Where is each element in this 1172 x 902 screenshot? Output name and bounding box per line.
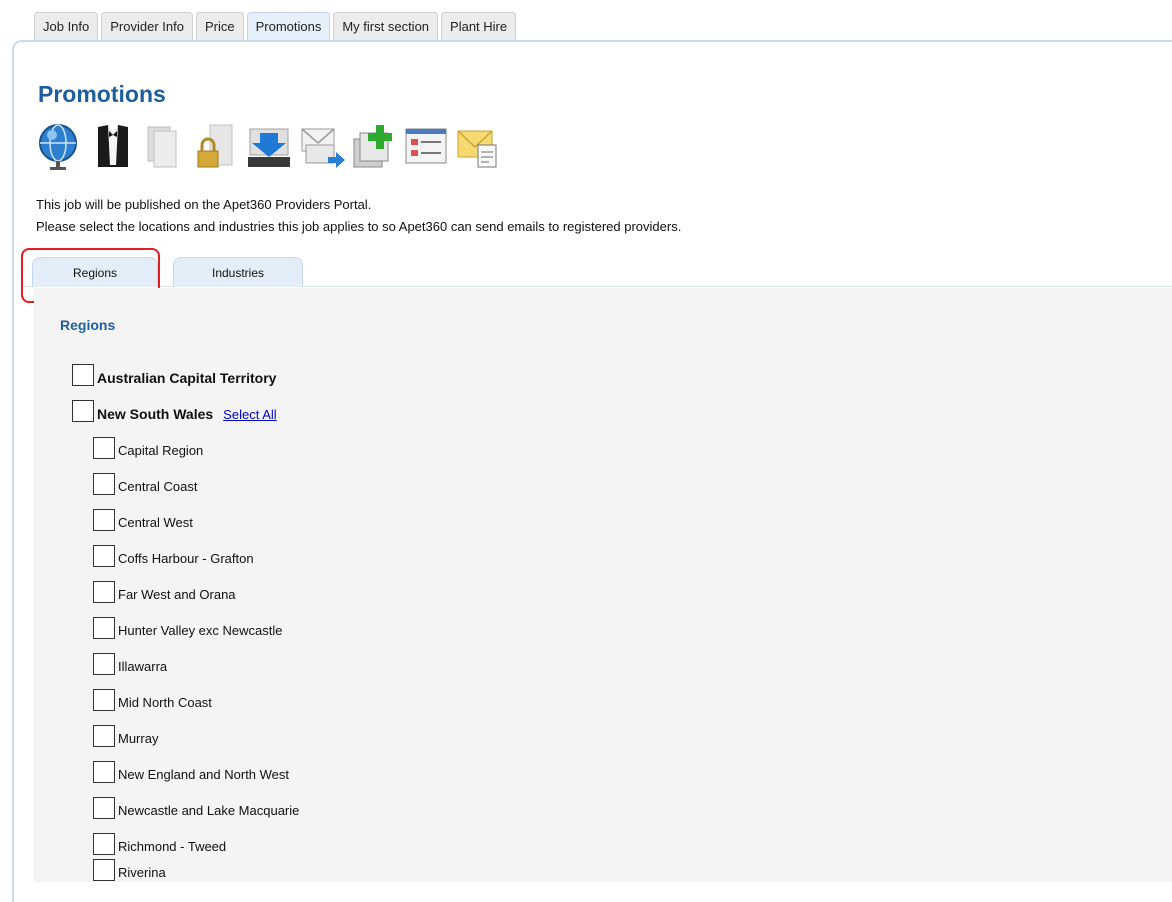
tab-promotions[interactable]: Promotions [246,12,331,40]
checkbox-act[interactable] [72,364,94,386]
tab-industries[interactable]: Industries [173,257,303,287]
list-item: Hunter Valley exc Newcastle [93,617,283,639]
checkbox[interactable] [93,761,115,783]
regions-heading: Regions [60,317,116,333]
list-item: Central Coast [93,473,197,495]
tuxedo-icon[interactable] [88,121,138,173]
tab-provider-info[interactable]: Provider Info [101,12,193,40]
page-title: Promotions [38,81,166,107]
list-item: Murray [93,725,158,747]
checkbox[interactable] [93,859,115,881]
globe-icon[interactable] [36,121,86,173]
checkbox[interactable] [93,509,115,531]
checkbox[interactable] [93,581,115,603]
list-item: Riverina [93,859,166,881]
region-label: Riverina [118,865,166,880]
region-label: Central West [118,515,193,530]
region-row-act: Australian Capital Territory [72,364,276,386]
documents-icon[interactable] [140,121,190,173]
region-label: Murray [118,731,159,746]
region-label: New South Wales [97,406,214,422]
region-label: Central Coast [118,479,198,494]
list-item: Far West and Orana [93,581,236,603]
checkbox[interactable] [93,437,115,459]
checkbox[interactable] [93,689,115,711]
checkbox[interactable] [93,473,115,495]
region-row-nsw: New South Wales Select All [72,400,277,422]
checkbox[interactable] [93,545,115,567]
tab-job-info[interactable]: Job Info [34,12,99,40]
region-label: Australian Capital Territory [97,370,277,386]
region-label: Illawarra [118,659,168,674]
region-label: Coffs Harbour - Grafton [118,551,254,566]
region-label: Far West and Orana [118,587,236,602]
tab-price[interactable]: Price [195,12,244,40]
lock-document-icon[interactable] [190,121,240,173]
region-label: New England and North West [118,767,290,782]
list-item: Illawarra [93,653,167,675]
envelope-document-icon[interactable] [454,121,504,173]
checkbox[interactable] [93,797,115,819]
list-item: Central West [93,509,193,531]
region-label: Richmond - Tweed [118,839,227,854]
checkbox-nsw[interactable] [72,400,94,422]
form-list-icon[interactable] [402,121,452,173]
select-info-text: Please select the locations and industri… [36,219,682,234]
top-tab-bar: Job Info Provider Info Price Promotions … [34,12,517,40]
download-icon[interactable] [244,121,294,173]
checkbox[interactable] [93,833,115,855]
list-item: Richmond - Tweed [93,833,226,855]
list-item: Capital Region [93,437,203,459]
region-label: Hunter Valley exc Newcastle [118,623,283,638]
checkbox[interactable] [93,725,115,747]
list-item: Newcastle and Lake Macquarie [93,797,299,819]
list-item: Coffs Harbour - Grafton [93,545,254,567]
list-item: Mid North Coast [93,689,212,711]
list-item: New England and North West [93,761,289,783]
checkbox[interactable] [93,617,115,639]
select-all-link[interactable]: Select All [223,407,276,422]
region-label: Newcastle and Lake Macquarie [118,803,300,818]
publish-info-text: This job will be published on the Apet36… [36,197,372,212]
region-label: Capital Region [118,443,204,458]
tab-plant-hire[interactable]: Plant Hire [441,12,517,40]
checkbox[interactable] [93,653,115,675]
add-document-icon[interactable] [350,121,400,173]
tab-my-first-section[interactable]: My first section [333,12,439,40]
region-label: Mid North Coast [118,695,212,710]
send-mail-icon[interactable] [298,121,348,173]
